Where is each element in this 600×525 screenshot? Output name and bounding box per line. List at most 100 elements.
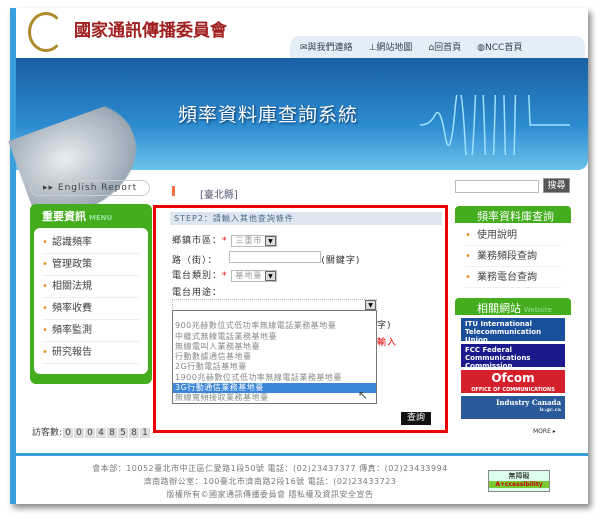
home-link[interactable]: ⌂回首頁 — [428, 40, 461, 53]
menu-item[interactable]: 認識頻率 — [42, 232, 140, 254]
home-label: 回首頁 — [434, 43, 462, 53]
search-input[interactable] — [455, 180, 539, 193]
footer-copyright[interactable]: 版權所有©國家通訊傳播委員會 隱私權及資訊安全宣告 — [40, 488, 500, 501]
db-menu-item[interactable]: 業務頻段查詢 — [465, 246, 561, 267]
wave-graphic — [420, 95, 570, 155]
district-row: 鄉鎮市區：* 三重市 ▼ — [172, 233, 278, 247]
db-title-text: 頻率資料庫查詢 — [477, 210, 554, 223]
visitor-label: 訪客數: — [32, 428, 63, 438]
hidden-required-note: 輸入 — [377, 338, 398, 348]
accessibility-badge[interactable]: 無障礙 A+ccessibility — [488, 470, 550, 492]
dropdown-option-selected[interactable]: 3G行動通信業務基地臺 — [173, 383, 376, 394]
related-sites: 相關網站 Website ITU International Telecommun… — [455, 298, 571, 422]
digit: 1 — [140, 428, 151, 438]
menu-subtitle: MENU — [89, 214, 113, 222]
dropdown-option[interactable]: 中繼式無線電話業務基地臺 — [173, 332, 376, 342]
dropdown-option[interactable]: 1900兆赫數位式低功率無線電話業務基地臺 — [173, 373, 376, 383]
chevron-down-icon: ▼ — [265, 235, 277, 246]
menu-item[interactable]: 相關法規 — [42, 276, 140, 298]
road-input[interactable] — [229, 251, 322, 263]
breadcrumb[interactable]: [臺北縣] — [200, 186, 238, 201]
industry-canada-link[interactable]: Industry Canada ic.gc.ca — [461, 396, 565, 419]
district-select[interactable]: 三重市 ▼ — [231, 234, 278, 247]
org-name: 國家通訊傳播委員會 — [74, 21, 227, 41]
road-hint: (關鍵字) — [321, 256, 361, 266]
district-label: 鄉鎮市區： — [172, 236, 223, 246]
cursor-icon: ↖ — [358, 388, 369, 402]
more-link[interactable]: MORE ▸ — [533, 428, 556, 435]
top-links: ✉與我們連絡 ⊥網站地圖 ⌂回首頁 ◍NCC首頁 — [300, 40, 522, 53]
ofcom-logo: Ofcom — [491, 371, 535, 385]
contact-link[interactable]: ✉與我們連絡 — [300, 40, 353, 53]
sitemap-link[interactable]: ⊥網站地圖 — [369, 40, 413, 53]
fcc-link[interactable]: FCC Federal Communications Commission — [461, 344, 565, 370]
footer-address: 會本部：10052臺北市中正區仁愛路1段50號 電話：(02)23437377 … — [92, 464, 448, 473]
type-row: 電台類別：* 基地臺 ▼ — [172, 268, 278, 282]
itu-link[interactable]: ITU International Telecommunication Unio… — [461, 318, 565, 344]
english-report-label: English Report — [57, 183, 138, 193]
dropdown-option[interactable]: 無線寬頻接取業務基地臺 — [173, 393, 376, 403]
digit: 0 — [85, 428, 96, 438]
accessibility-sub: A+ccessibility — [489, 481, 549, 488]
dropdown-option[interactable]: 無線電叫人業務基地臺 — [173, 342, 376, 352]
more-label: MORE — [533, 428, 551, 435]
digit: 5 — [118, 428, 129, 438]
ic-name: ic.gc.ca — [539, 407, 561, 413]
sites-subtitle: Website — [524, 306, 552, 314]
db-menu-item[interactable]: 使用說明 — [465, 225, 561, 246]
sitemap-label: 網站地圖 — [376, 43, 413, 53]
usage-label: 電台用途： — [172, 288, 223, 298]
digit: 8 — [107, 428, 118, 438]
dropdown-option[interactable]: 2G行動電話基地臺 — [173, 362, 376, 372]
itu-logo: ITU — [465, 320, 479, 328]
type-label: 電台類別： — [172, 271, 223, 281]
required-mark: * — [222, 236, 228, 246]
digit: 4 — [96, 428, 107, 438]
breadcrumb-marker — [172, 186, 175, 196]
menu-item[interactable]: 管理政策 — [42, 254, 140, 276]
hidden-hint: 字) — [377, 321, 392, 331]
ofcom-link[interactable]: Ofcom OFFICE OF COMMUNICATIONS — [461, 370, 565, 393]
chevron-down-icon: ▼ — [265, 270, 277, 281]
db-query-menu: 頻率資料庫查詢 使用說明 業務頻段查詢 業務電台查詢 — [455, 206, 571, 290]
english-report-button[interactable]: ▸▸ English Report — [30, 180, 150, 196]
usage-dropdown-list[interactable]: 900兆赫數位式低功率無線電話業務基地臺 中繼式無線電話業務基地臺 無線電叫人業… — [172, 310, 377, 404]
road-label: 路（街）： — [172, 256, 218, 266]
dropdown-option[interactable] — [173, 311, 376, 321]
type-value: 基地臺 — [235, 271, 263, 280]
sites-title-text: 相關網站 — [477, 302, 521, 315]
important-info-menu: 重要資訊MENU 認識頻率 管理政策 相關法規 頻率收費 頻率監測 研究報告 — [30, 204, 152, 384]
menu-title: 重要資訊 MENU — [30, 204, 152, 224]
district-value: 三重市 — [235, 236, 263, 245]
dropdown-option[interactable]: 行動數據通信基地臺 — [173, 352, 376, 362]
type-select[interactable]: 基地臺 ▼ — [231, 269, 278, 282]
digit: 0 — [63, 428, 74, 438]
menu-item[interactable]: 頻率收費 — [42, 298, 140, 320]
dropdown-option[interactable]: 900兆赫數位式低功率無線電話業務基地臺 — [173, 321, 376, 331]
menu-item[interactable]: 頻率監測 — [42, 320, 140, 342]
ncc-home-label: NCC首頁 — [485, 43, 523, 53]
required-mark: * — [222, 271, 228, 281]
step-header: STEP2：請輸入其他查詢條件 — [170, 212, 442, 225]
chevron-down-icon: ▼ — [365, 300, 376, 310]
banner-title: 頻率資料庫查詢系統 — [178, 104, 359, 126]
footer-office: 濟南路辦公室：100臺北市濟南路2段16號 電話：(02)23433723 — [143, 477, 397, 486]
db-query-title: 頻率資料庫查詢 — [455, 206, 571, 223]
digit: 0 — [74, 428, 85, 438]
ic-logo: Industry Canada — [496, 398, 561, 407]
menu-item[interactable]: 研究報告 — [42, 342, 140, 364]
contact-label: 與我們連絡 — [307, 43, 353, 53]
footer-divider — [16, 453, 588, 456]
ofcom-name: OFFICE OF COMMUNICATIONS — [471, 387, 555, 393]
footer: 會本部：10052臺北市中正區仁愛路1段50號 電話：(02)23437377 … — [40, 462, 500, 501]
digit: 8 — [129, 428, 140, 438]
road-row: 路（街）： (關鍵字) — [172, 251, 360, 266]
fcc-logo: FCC — [465, 346, 481, 354]
query-button[interactable]: 查詢 — [401, 412, 431, 425]
ncc-logo[interactable] — [28, 12, 64, 52]
search-button[interactable]: 搜尋 — [543, 178, 570, 193]
related-sites-title: 相關網站 Website — [455, 298, 571, 315]
ncc-home-link[interactable]: ◍NCC首頁 — [477, 40, 522, 53]
accessibility-title: 無障礙 — [508, 472, 530, 480]
db-menu-item[interactable]: 業務電台查詢 — [465, 267, 561, 288]
